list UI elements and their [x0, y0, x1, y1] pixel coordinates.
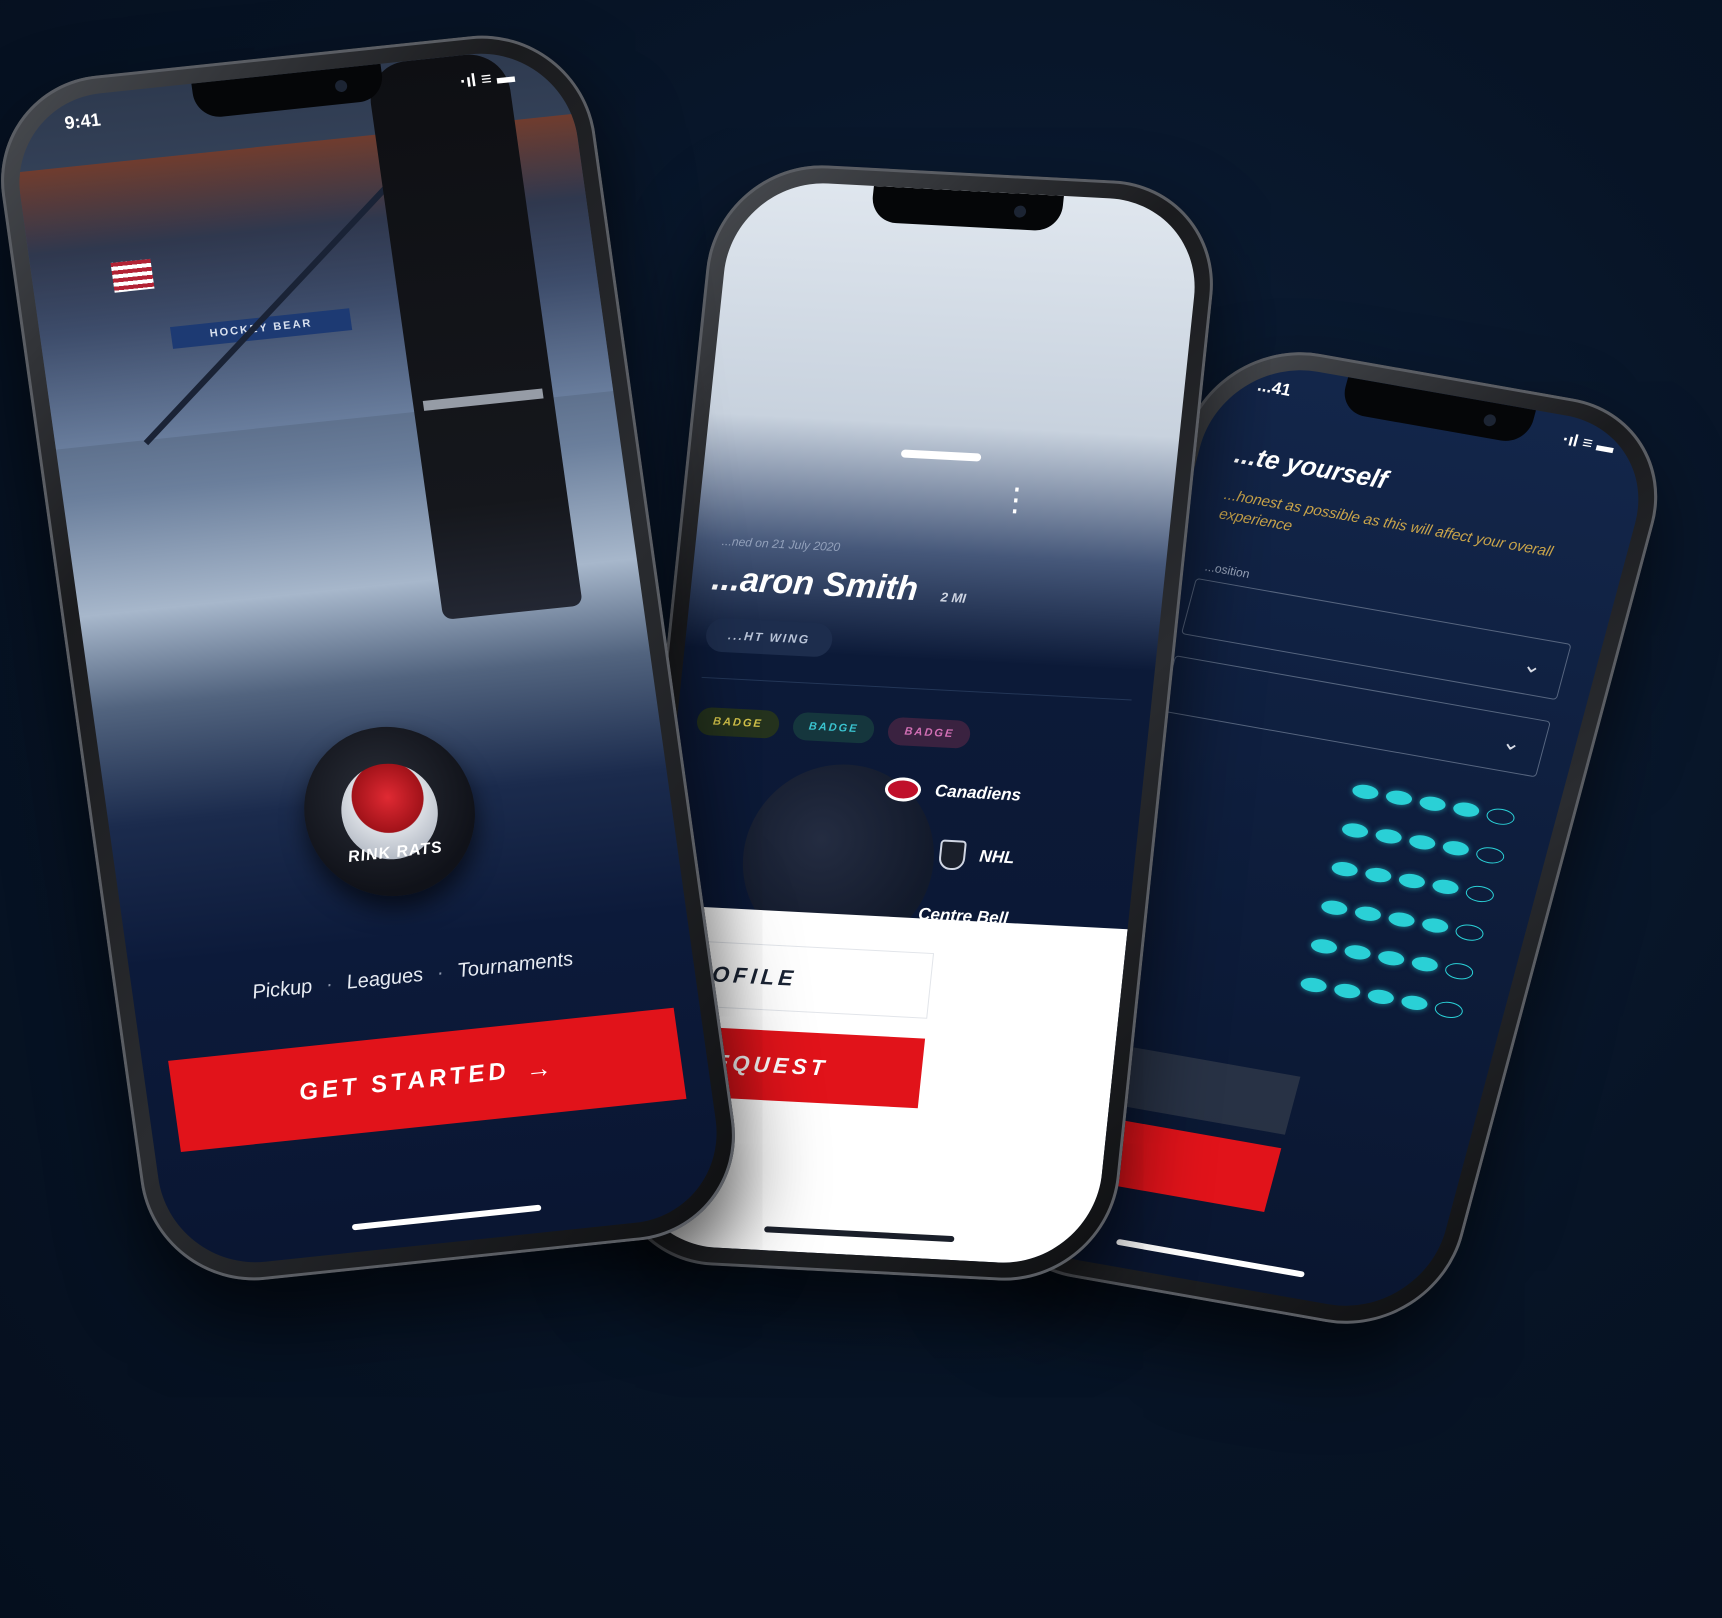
status-bar: ...41 ·ıl ≡ ▬	[1255, 375, 1617, 458]
onboarding-screen: 9:41 ·ıl ≡ ▬ HOCKEY BEAR RINK RATS Picku…	[7, 44, 729, 1272]
puck-rating-icon[interactable]	[1309, 937, 1339, 956]
puck-rating-icon[interactable]	[1363, 866, 1393, 885]
get-started-label: GET STARTED	[297, 1057, 512, 1107]
puck-rating-icon[interactable]	[1420, 916, 1450, 935]
puck-rating-icon[interactable]	[1399, 993, 1430, 1012]
sheet-grabber[interactable]	[900, 449, 982, 462]
tagline: Pickup · Leagues · Tournaments	[133, 936, 693, 1017]
team-name: Canadiens	[934, 781, 1023, 805]
puck-rating-icon[interactable]	[1410, 955, 1440, 974]
team-item: Canadiens	[883, 776, 1023, 808]
puck-rating-icon[interactable]	[1373, 827, 1404, 846]
player-name-text: ...aron Smith	[710, 559, 920, 609]
puck-rating-icon[interactable]	[1474, 845, 1507, 866]
puck-rating-icon[interactable]	[1407, 833, 1437, 852]
puck-rating-icon[interactable]	[1463, 883, 1496, 905]
puck-rating-icon[interactable]	[1443, 961, 1476, 982]
puck-rating-icon[interactable]	[1342, 943, 1373, 962]
notch	[870, 185, 1064, 232]
canadiens-logo-icon	[883, 776, 923, 803]
team-list: Canadiens NHL Centre Bell	[871, 776, 1023, 929]
home-indicator	[1115, 1238, 1306, 1278]
chevron-down-icon: ⌄	[1520, 651, 1546, 679]
nhl-logo-icon	[937, 839, 968, 871]
app-logo: RINK RATS	[293, 718, 486, 905]
page-subtitle: ...honest as possible as this will affec…	[1217, 486, 1555, 561]
puck-rating-icon[interactable]	[1366, 987, 1396, 1006]
puck-rating-icon[interactable]	[1397, 871, 1427, 891]
badge-chip: BADGE	[887, 716, 972, 749]
tagline-item: Tournaments	[455, 948, 575, 983]
arrow-right-icon: →	[523, 1051, 558, 1084]
badge-chip: BADGE	[791, 711, 876, 744]
badge-list: BADGE BADGE BADGE	[695, 706, 972, 749]
puck-rating-icon[interactable]	[1386, 910, 1417, 929]
puck-rating-icon[interactable]	[1353, 904, 1383, 923]
team-item: NHL	[937, 839, 1016, 873]
flag-image	[110, 258, 155, 293]
page-title: ...te yourself	[1231, 438, 1391, 495]
get-started-button[interactable]: GET STARTED →	[168, 1007, 687, 1152]
puck-rating-icon[interactable]	[1376, 949, 1406, 968]
player-name: ...aron Smith 2 MI	[710, 560, 969, 612]
badge-chip: BADGE	[695, 706, 781, 739]
puck-rating-icon[interactable]	[1384, 788, 1414, 807]
divider	[701, 676, 1132, 701]
status-icons: ·ıl ≡ ▬	[1560, 429, 1617, 457]
tagline-item: Leagues	[345, 963, 425, 994]
puck-rating-icon[interactable]	[1430, 877, 1461, 896]
status-time: 9:41	[63, 109, 102, 134]
puck-rating-icon[interactable]	[1441, 839, 1471, 858]
puck-rating-icon[interactable]	[1417, 794, 1448, 813]
position-chip: ...HT WING	[704, 617, 834, 658]
puck-rating-icon[interactable]	[1332, 981, 1362, 1001]
puck-rating-icon[interactable]	[1453, 922, 1486, 943]
team-name: NHL	[978, 846, 1016, 868]
joined-date: ...ned on 21 July 2020	[721, 534, 841, 555]
tagline-separator: ·	[324, 973, 335, 996]
puck-rating-icon[interactable]	[1298, 976, 1329, 995]
position-field-label: ...osition	[1203, 559, 1252, 581]
onboarding-phone: 9:41 ·ıl ≡ ▬ HOCKEY BEAR RINK RATS Picku…	[0, 24, 750, 1292]
home-indicator	[351, 1204, 542, 1231]
puck-rating-icon[interactable]	[1340, 821, 1370, 840]
puck-rating-icon[interactable]	[1484, 806, 1517, 827]
more-options-icon[interactable]: ⋮	[998, 481, 1034, 518]
status-time: ...41	[1255, 375, 1294, 400]
tagline-separator: ·	[435, 961, 446, 985]
puck-rating-icon[interactable]	[1330, 860, 1360, 879]
puck-rating-icon[interactable]	[1319, 898, 1349, 917]
chevron-down-icon: ⌄	[1499, 728, 1525, 757]
puck-rating-icon[interactable]	[1451, 800, 1481, 819]
puck-rating-icon[interactable]	[1432, 999, 1465, 1021]
tagline-item: Pickup	[250, 975, 314, 1004]
puck-rating-icon[interactable]	[1350, 782, 1381, 801]
distance-label: 2 MI	[939, 589, 967, 606]
